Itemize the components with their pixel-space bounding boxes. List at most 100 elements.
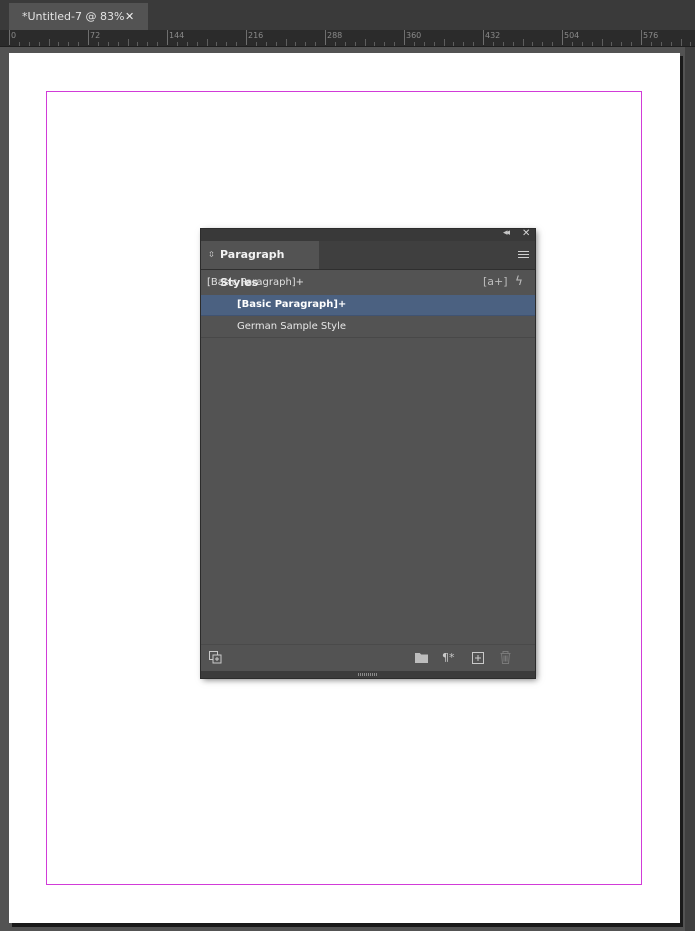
- ruler-label: 216: [248, 31, 264, 40]
- ruler-minor-tick: [434, 42, 435, 46]
- ruler-minor-tick: [305, 42, 306, 46]
- ruler-minor-tick: [108, 42, 109, 46]
- ruler-major-tick: [404, 30, 405, 45]
- document-tab-bar: *Untitled-7 @ 83% ✕: [0, 0, 695, 30]
- ruler-label: 432: [485, 31, 501, 40]
- ruler-minor-tick: [631, 42, 632, 46]
- panel-title-bar[interactable]: ◂◂ ✕: [201, 228, 535, 241]
- current-style-label: [Basic Paragraph]+: [207, 277, 305, 288]
- ruler-minor-tick: [602, 39, 603, 46]
- ruler-major-tick: [483, 30, 484, 45]
- ruler-minor-tick: [29, 42, 30, 46]
- ruler-minor-tick: [187, 42, 188, 46]
- ruler-minor-tick: [651, 42, 652, 46]
- ruler-label: 288: [327, 31, 343, 40]
- document-tab-title: *Untitled-7 @ 83%: [22, 10, 125, 23]
- ruler-minor-tick: [384, 42, 385, 46]
- ruler-minor-tick: [295, 42, 296, 46]
- ruler-label: 72: [90, 31, 101, 40]
- collapse-icon[interactable]: ◂◂: [503, 228, 510, 238]
- ruler-major-tick: [325, 30, 326, 45]
- close-icon[interactable]: ✕: [522, 228, 530, 239]
- ruler-minor-tick: [177, 42, 178, 46]
- ruler-minor-tick: [58, 42, 59, 46]
- close-icon[interactable]: ✕: [125, 3, 134, 31]
- ruler-label: 0: [11, 31, 17, 40]
- expand-arrows-icon[interactable]: ⇳: [208, 241, 215, 269]
- list-item[interactable]: [Basic Paragraph]+: [201, 295, 535, 316]
- ruler-minor-tick: [523, 39, 524, 46]
- ruler-minor-tick: [137, 42, 138, 46]
- ruler-minor-tick: [661, 42, 662, 46]
- ruler-major-tick: [246, 30, 247, 45]
- ruler-minor-tick: [315, 42, 316, 46]
- quick-apply-icon[interactable]: ϟ: [515, 274, 523, 288]
- ruler-minor-tick: [197, 42, 198, 46]
- ruler-minor-tick: [690, 42, 691, 46]
- ruler-minor-tick: [355, 42, 356, 46]
- vertical-scrollbar[interactable]: [685, 47, 695, 931]
- document-tab[interactable]: *Untitled-7 @ 83% ✕: [9, 3, 148, 30]
- ruler-minor-tick: [19, 42, 20, 46]
- panel-footer: ¶*: [201, 644, 535, 672]
- new-style-icon[interactable]: [472, 652, 484, 664]
- ruler-minor-tick: [394, 42, 395, 46]
- ruler-minor-tick: [572, 42, 573, 46]
- load-styles-icon[interactable]: [209, 651, 222, 664]
- current-style-header: [Basic Paragraph]+ [a+] ϟ: [201, 270, 535, 294]
- ruler-label: 576: [643, 31, 659, 40]
- ruler-minor-tick: [78, 42, 79, 46]
- ruler-minor-tick: [216, 42, 217, 46]
- style-name: German Sample Style: [237, 321, 347, 332]
- ruler-minor-tick: [49, 39, 50, 46]
- ruler-minor-tick: [621, 42, 622, 46]
- ruler-minor-tick: [374, 42, 375, 46]
- ruler-minor-tick: [128, 39, 129, 46]
- style-name: [Basic Paragraph]+: [237, 299, 347, 310]
- ruler-minor-tick: [98, 42, 99, 46]
- create-style-icon[interactable]: [a+]: [483, 275, 508, 288]
- folder-icon[interactable]: [415, 652, 428, 663]
- ruler-minor-tick: [513, 42, 514, 46]
- ruler-minor-tick: [611, 42, 612, 46]
- horizontal-ruler[interactable]: 0 72 144 216 288 360 432 504 576: [0, 30, 695, 47]
- grip-icon: [358, 673, 378, 676]
- ruler-minor-tick: [424, 42, 425, 46]
- panel-menu-icon[interactable]: [518, 251, 529, 259]
- ruler-minor-tick: [552, 42, 553, 46]
- trash-icon[interactable]: [500, 651, 511, 664]
- ruler-major-tick: [562, 30, 563, 45]
- ruler-minor-tick: [226, 42, 227, 46]
- ruler-minor-tick: [592, 42, 593, 46]
- ruler-major-tick: [88, 30, 89, 45]
- ruler-label: 144: [169, 31, 185, 40]
- ruler-label: 504: [564, 31, 580, 40]
- styles-list[interactable]: [Basic Paragraph]+ German Sample Style: [201, 295, 535, 644]
- ruler-minor-tick: [345, 42, 346, 46]
- ruler-minor-tick: [681, 39, 682, 46]
- clear-overrides-icon[interactable]: ¶*: [442, 651, 455, 664]
- panel-tab-row: ⇳ Paragraph Styles: [201, 241, 535, 289]
- ruler-minor-tick: [276, 42, 277, 46]
- ruler-minor-tick: [473, 42, 474, 46]
- ruler-minor-tick: [286, 39, 287, 46]
- panel-resize-grip[interactable]: [201, 671, 535, 678]
- ruler-minor-tick: [266, 42, 267, 46]
- ruler-minor-tick: [118, 42, 119, 46]
- ruler-minor-tick: [671, 42, 672, 46]
- ruler-minor-tick: [493, 42, 494, 46]
- ruler-major-tick: [641, 30, 642, 45]
- ruler-minor-tick: [365, 39, 366, 46]
- paragraph-styles-panel: ◂◂ ✕ ⇳ Paragraph Styles [Basic Paragraph…: [201, 228, 535, 678]
- ruler-major-tick: [9, 30, 10, 45]
- list-item[interactable]: German Sample Style: [201, 317, 535, 338]
- ruler-minor-tick: [444, 39, 445, 46]
- ruler-major-tick: [167, 30, 168, 45]
- ruler-minor-tick: [463, 42, 464, 46]
- ruler-minor-tick: [39, 42, 40, 46]
- tab-paragraph-styles[interactable]: ⇳ Paragraph Styles: [201, 241, 319, 289]
- ruler-minor-tick: [236, 42, 237, 46]
- ruler-minor-tick: [453, 42, 454, 46]
- ruler-minor-tick: [503, 42, 504, 46]
- ruler-label: 360: [406, 31, 422, 40]
